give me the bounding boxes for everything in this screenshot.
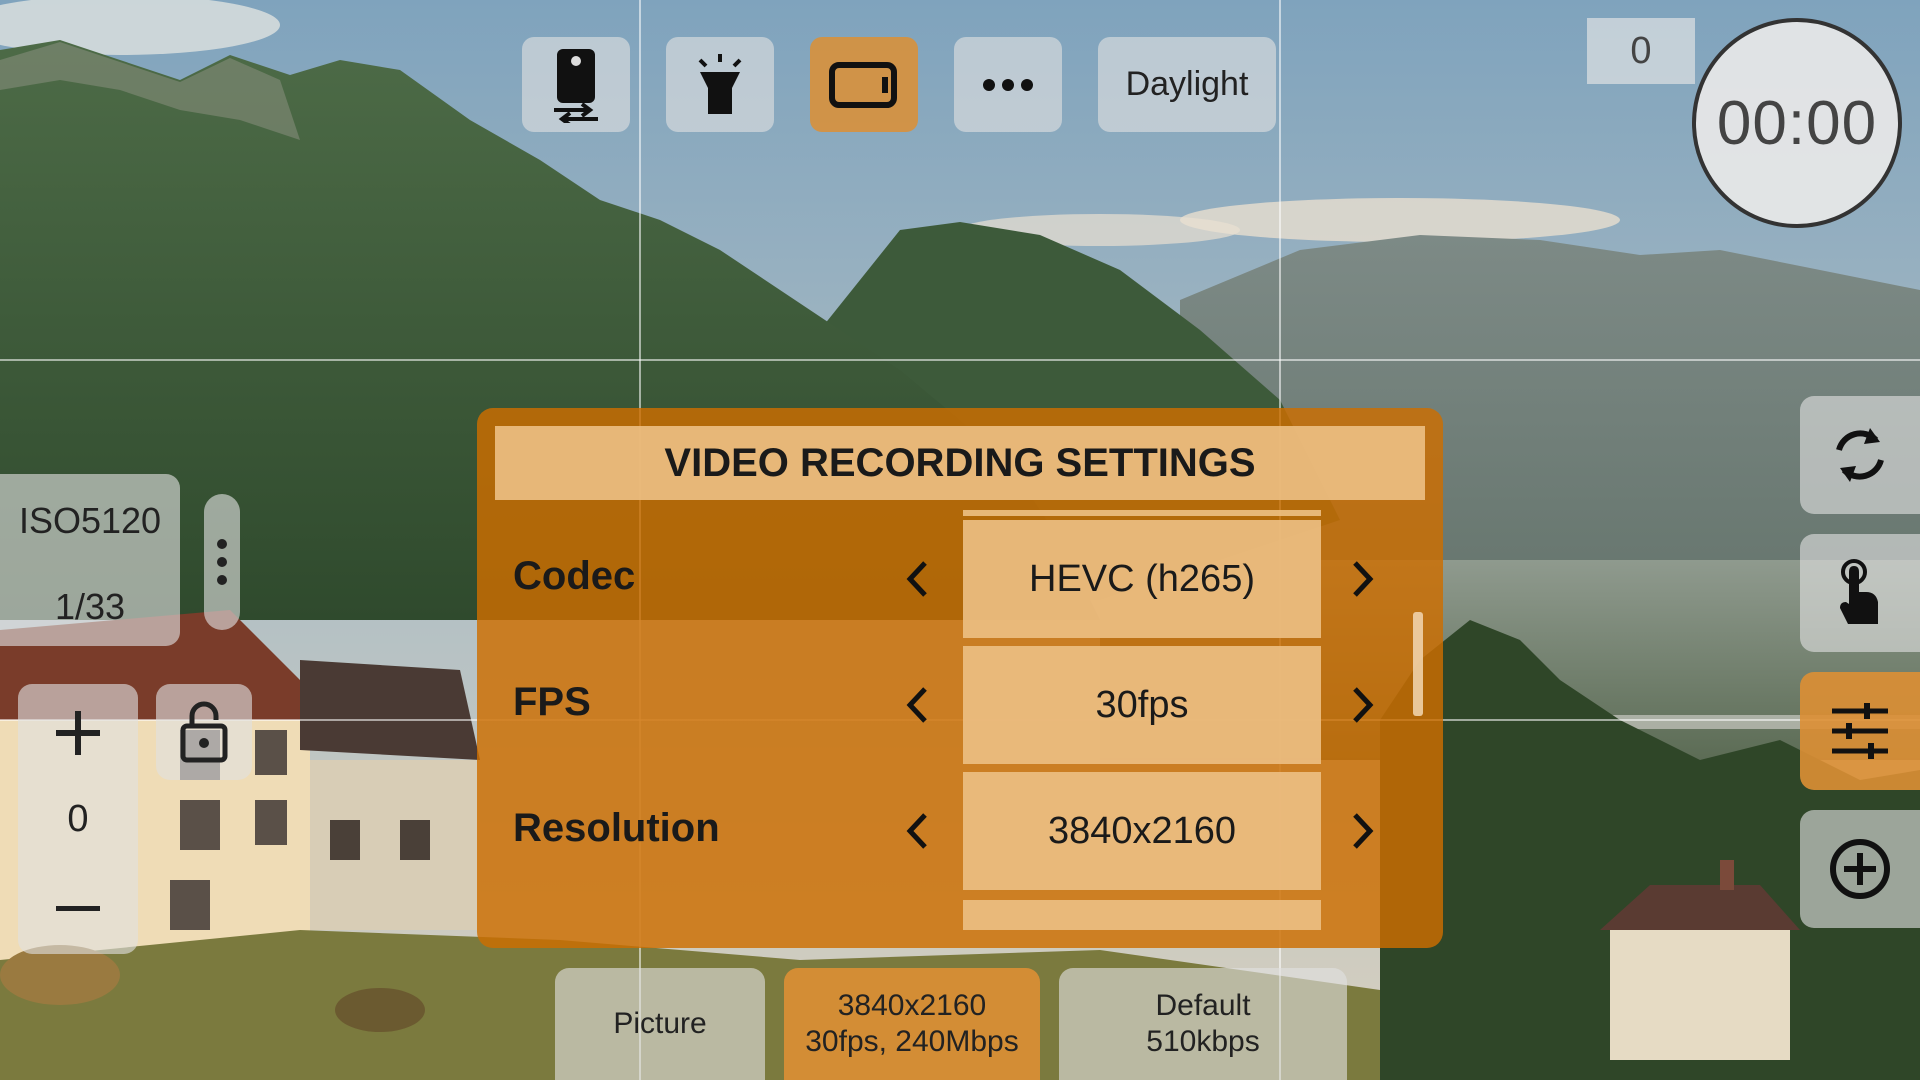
chevron-left-icon[interactable]: [895, 809, 939, 853]
grid-line-horizontal-1: [0, 359, 1920, 361]
exposure-compensation-value: 0: [67, 798, 89, 840]
record-timer-button[interactable]: 00:00: [1692, 18, 1902, 228]
mode-tab-video-resolution[interactable]: 3840x2160 30fps, 240Mbps: [784, 968, 1040, 1080]
unlock-icon: [180, 701, 228, 763]
settings-scrollbar[interactable]: [1413, 612, 1423, 716]
shutter-speed-value: 1/33: [54, 586, 126, 627]
plus-icon[interactable]: [53, 708, 103, 758]
mode-tab-picture-label: Picture: [613, 1007, 707, 1040]
mode-tab-audio-bitrate[interactable]: Default 510kbps: [1059, 968, 1347, 1080]
iso-value: ISO5120: [18, 500, 162, 541]
flashlight-button[interactable]: [666, 37, 774, 132]
white-balance-label: Daylight: [1125, 65, 1249, 103]
chevron-right-icon[interactable]: [1341, 809, 1385, 853]
camera-switch-button[interactable]: [522, 37, 630, 132]
touch-mode-button[interactable]: [1800, 534, 1920, 652]
settings-sliders-button[interactable]: [1800, 672, 1920, 790]
mode-tab-audio-line2: 510kbps: [1146, 1025, 1260, 1058]
mode-tab-audio-line1: Default: [1155, 989, 1251, 1022]
more-options-button[interactable]: [954, 37, 1062, 132]
video-mode-button[interactable]: [810, 37, 918, 132]
exposure-compensation-control: 0: [18, 684, 138, 954]
setting-row-resolution: Resolution 3840x2160: [477, 772, 1443, 890]
minus-icon[interactable]: [56, 906, 100, 911]
setting-label-codec: Codec: [513, 554, 636, 598]
chevron-left-icon[interactable]: [895, 557, 939, 601]
list-top-edge: [963, 510, 1321, 516]
video-frame-icon: [829, 61, 897, 108]
setting-value-codec[interactable]: HEVC (h265): [963, 520, 1321, 638]
mode-tab-video-line1: 3840x2160: [837, 989, 987, 1022]
touch-hand-icon: [1840, 559, 1878, 624]
exposure-info-box[interactable]: ISO5120 1/33: [0, 474, 180, 646]
exposure-lock-button[interactable]: [156, 684, 252, 780]
mode-tab-picture[interactable]: Picture: [555, 968, 765, 1080]
setting-label-resolution: Resolution: [513, 806, 720, 850]
add-button[interactable]: [1800, 810, 1920, 928]
rotate-button[interactable]: [1800, 396, 1920, 514]
more-dots-icon: [983, 78, 1033, 91]
chevron-right-icon[interactable]: [1341, 557, 1385, 601]
rotate-arrows-icon: [1836, 428, 1884, 482]
setting-row-codec: Codec HEVC (h265): [477, 520, 1443, 638]
phone-camera-switch-icon: [554, 48, 598, 123]
setting-value-fps[interactable]: 30fps: [963, 646, 1321, 764]
list-bottom-edge: [963, 900, 1321, 930]
chevron-right-icon[interactable]: [1341, 683, 1385, 727]
plus-circle-icon: [1830, 839, 1890, 899]
setting-label-fps: FPS: [513, 680, 591, 724]
vertical-dots-icon: [217, 539, 227, 549]
settings-panel-title: VIDEO RECORDING SETTINGS: [495, 426, 1425, 500]
recording-counter: 0: [1587, 18, 1695, 84]
sliders-icon: [1832, 703, 1888, 759]
setting-row-fps: FPS 30fps: [477, 646, 1443, 764]
record-timer-text: 00:00: [1716, 88, 1878, 158]
white-balance-button[interactable]: Daylight: [1098, 37, 1276, 132]
mode-tab-video-line2: 30fps, 240Mbps: [805, 1025, 1019, 1058]
video-recording-settings-panel: VIDEO RECORDING SETTINGS Codec HEVC (h26…: [477, 408, 1443, 948]
exposure-menu-button[interactable]: [204, 494, 240, 630]
flashlight-icon: [698, 53, 742, 114]
chevron-left-icon[interactable]: [895, 683, 939, 727]
setting-value-resolution[interactable]: 3840x2160: [963, 772, 1321, 890]
